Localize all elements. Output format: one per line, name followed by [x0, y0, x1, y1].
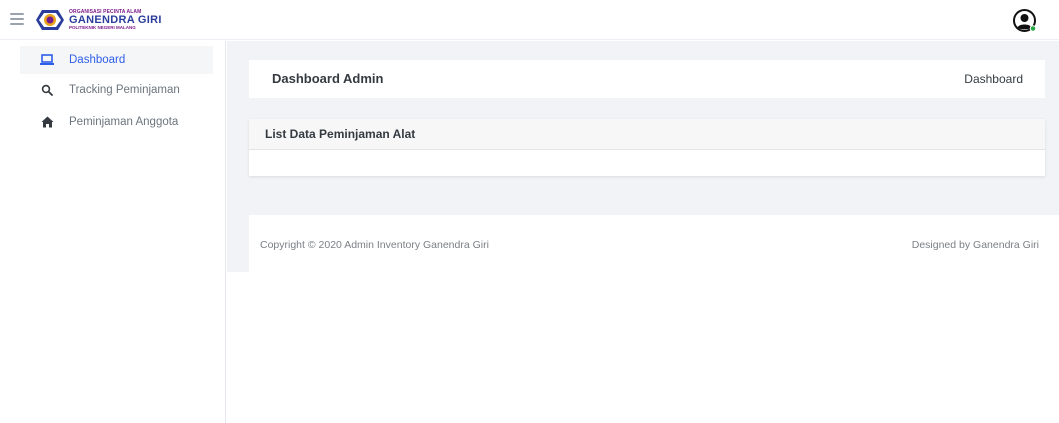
logo-emblem-icon: [36, 10, 64, 30]
sidebar: Dashboard Tracking Peminjaman Peminjaman…: [0, 41, 226, 423]
sidebar-item-dashboard[interactable]: Dashboard: [20, 46, 213, 74]
hamburger-icon[interactable]: [10, 13, 24, 25]
card-title: List Data Peminjaman Alat: [249, 119, 1045, 150]
logo-sub-text: POLITEKNIK NEGERI MALANG: [69, 24, 136, 30]
list-data-card: List Data Peminjaman Alat: [249, 119, 1045, 176]
page-title: Dashboard Admin: [272, 71, 384, 86]
laptop-icon: [39, 52, 55, 68]
sidebar-item-tracking-peminjaman[interactable]: Tracking Peminjaman: [20, 76, 213, 104]
home-icon: [39, 114, 55, 130]
online-status-dot: [1029, 25, 1037, 32]
user-avatar-icon[interactable]: [1013, 9, 1037, 33]
sidebar-item-label: Dashboard: [69, 54, 126, 66]
footer: Copyright © 2020 Admin Inventory Ganendr…: [249, 215, 1059, 272]
page-header: Dashboard Admin Dashboard: [249, 60, 1045, 98]
sidebar-item-label: Peminjaman Anggota: [69, 116, 179, 128]
logo[interactable]: ORGANISASI PECINTA ALAM GANENDRA GIRI PO…: [34, 6, 162, 34]
main-content: Dashboard Admin Dashboard List Data Pemi…: [227, 41, 1059, 272]
designed-by-text: Designed by Ganendra Giri: [911, 239, 1039, 251]
sidebar-item-label: Tracking Peminjaman: [69, 84, 180, 96]
search-icon: [39, 82, 55, 98]
sidebar-item-peminjaman-anggota[interactable]: Peminjaman Anggota: [20, 108, 213, 136]
breadcrumb[interactable]: Dashboard: [964, 72, 1023, 86]
copyright-text: Copyright © 2020 Admin Inventory Ganendr…: [260, 239, 489, 251]
top-navbar: ORGANISASI PECINTA ALAM GANENDRA GIRI PO…: [0, 0, 1059, 40]
